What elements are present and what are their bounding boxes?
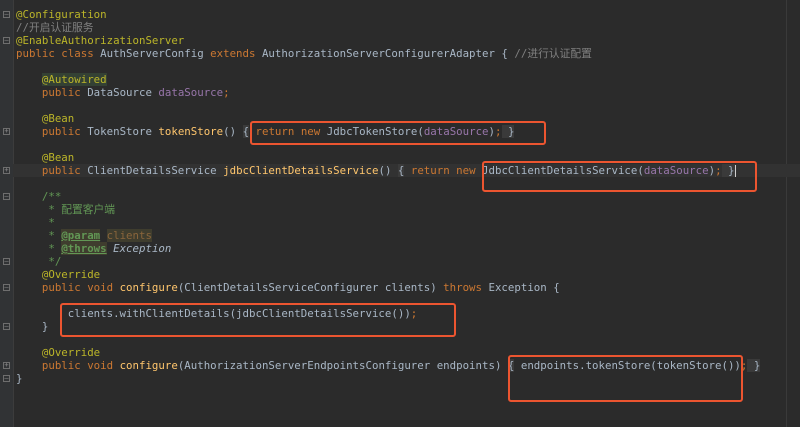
- code-token: configure: [119, 359, 178, 372]
- code-line[interactable]: @Configuration: [16, 8, 800, 21]
- code-token: @throws: [61, 242, 107, 255]
- code-token: @EnableAuthorizationServer: [16, 34, 185, 47]
- code-token: @Bean: [41, 112, 75, 125]
- code-token: (): [378, 164, 398, 177]
- code-token: (ClientDetailsServiceConfigurer clients): [177, 281, 444, 294]
- code-token: public: [16, 86, 88, 99]
- code-token: public void: [16, 281, 120, 294]
- code-line[interactable]: */: [16, 255, 800, 268]
- highlight-box-tokenstore: [250, 121, 546, 145]
- code-token: extends: [210, 47, 262, 60]
- code-token: ;: [223, 86, 230, 99]
- fold-collapse-icon[interactable]: –: [3, 258, 10, 265]
- fold-collapse-icon[interactable]: –: [3, 11, 10, 18]
- code-token: /**: [16, 190, 62, 203]
- code-token: @Override: [41, 346, 101, 359]
- code-token: public class: [16, 47, 101, 60]
- code-token: @Configuration: [16, 8, 107, 21]
- code-token: *: [16, 216, 55, 229]
- code-token: jdbcClientDetailsService: [223, 164, 379, 177]
- code-token: throws: [443, 281, 489, 294]
- code-line[interactable]: public class AuthServerConfig extends Au…: [16, 47, 800, 60]
- code-line[interactable]: @Override: [16, 268, 800, 281]
- code-token: @Override: [41, 268, 101, 281]
- code-token: @Bean: [41, 151, 75, 164]
- code-token: }: [16, 372, 23, 385]
- highlight-box-clientdetails: [482, 161, 757, 192]
- code-token: Exception {: [488, 281, 560, 294]
- code-token: *: [16, 229, 62, 242]
- code-token: tokenStore: [158, 125, 224, 138]
- highlight-box-withclientdetails: [60, 303, 456, 337]
- fold-collapse-icon[interactable]: –: [3, 323, 10, 330]
- code-token: DataSource: [87, 86, 159, 99]
- code-token: AuthorizationServerConfigurerAdapter {: [261, 47, 515, 60]
- code-token: }: [16, 320, 49, 333]
- code-line[interactable]: * @throws Exception: [16, 242, 800, 255]
- code-token: public: [16, 125, 88, 138]
- code-token: public: [16, 164, 88, 177]
- code-token: * 配置客户端: [16, 203, 116, 216]
- code-line[interactable]: public DataSource dataSource;: [16, 86, 800, 99]
- code-line[interactable]: //开启认证服务: [16, 21, 800, 34]
- highlight-box-endpoints: [508, 355, 743, 402]
- code-token: Exception: [113, 242, 172, 255]
- code-line[interactable]: @EnableAuthorizationServer: [16, 34, 800, 47]
- code-line[interactable]: [16, 99, 800, 112]
- code-token: *: [16, 242, 62, 255]
- code-token: (): [223, 125, 243, 138]
- code-token: clients: [106, 229, 152, 242]
- fold-collapse-icon[interactable]: –: [3, 375, 10, 382]
- code-line[interactable]: * 配置客户端: [16, 203, 800, 216]
- code-token: */: [16, 255, 62, 268]
- code-line[interactable]: public void configure(ClientDetailsServi…: [16, 281, 800, 294]
- code-token: public void: [16, 359, 120, 372]
- editor-gutter[interactable]: – – + + – – – – + –: [0, 0, 14, 427]
- code-token: return new: [404, 164, 483, 177]
- code-token: dataSource: [158, 86, 224, 99]
- fold-collapse-icon[interactable]: –: [3, 284, 10, 291]
- fold-expand-icon[interactable]: +: [3, 167, 10, 174]
- code-line[interactable]: * @param clients: [16, 229, 800, 242]
- fold-expand-icon[interactable]: +: [3, 362, 10, 369]
- code-token: @param: [61, 229, 101, 242]
- code-token: ClientDetailsService: [87, 164, 224, 177]
- code-token: (AuthorizationServerEndpointsConfigurer …: [177, 359, 508, 372]
- code-token: //开启认证服务: [16, 21, 94, 34]
- fold-collapse-icon[interactable]: –: [3, 37, 10, 44]
- code-token: configure: [119, 281, 178, 294]
- code-token: @Autowired: [41, 73, 107, 86]
- fold-collapse-icon[interactable]: –: [3, 193, 10, 200]
- code-line[interactable]: @Autowired: [16, 73, 800, 86]
- code-line[interactable]: *: [16, 216, 800, 229]
- code-token: TokenStore: [87, 125, 159, 138]
- code-line[interactable]: [16, 60, 800, 73]
- code-token: }: [747, 359, 761, 372]
- code-token: AuthServerConfig: [100, 47, 211, 60]
- code-token: //进行认证配置: [514, 47, 592, 60]
- fold-expand-icon[interactable]: +: [3, 128, 10, 135]
